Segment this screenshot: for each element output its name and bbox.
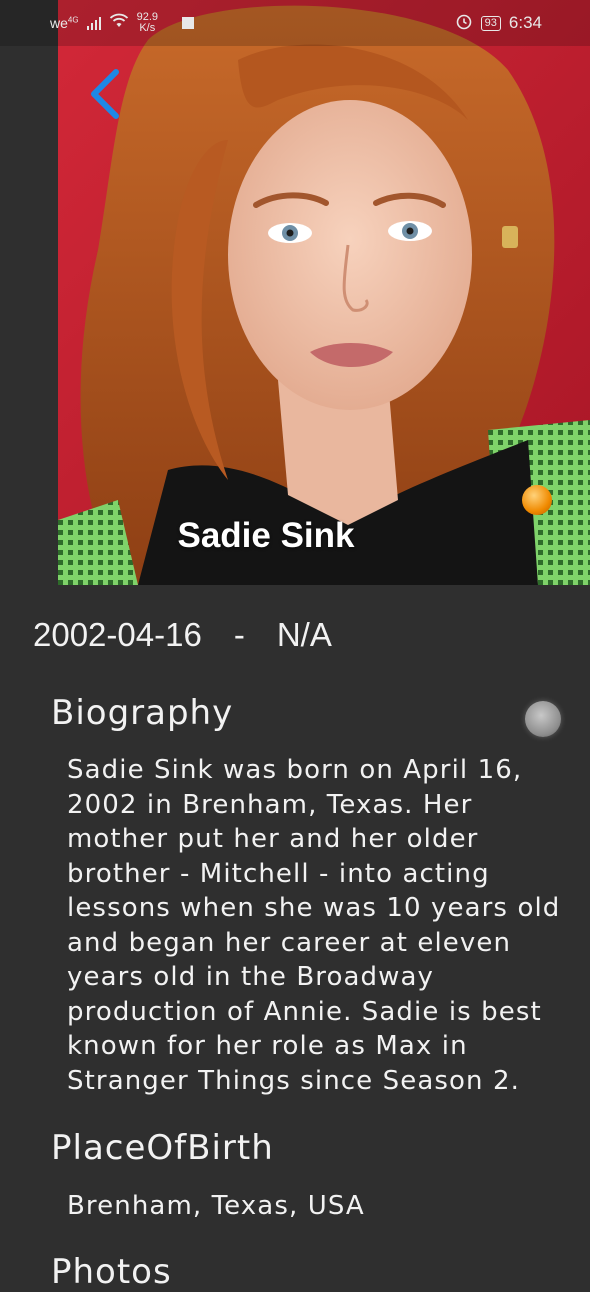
battery-icon: 93 [480,15,501,31]
chevron-left-icon [91,69,119,119]
net-speed-unit: K/s [139,22,156,34]
date-separator: - [233,616,245,653]
death-date: N/A [276,616,332,653]
carrier-label: we4G [50,15,79,31]
recording-icon [182,17,194,29]
birth-date: 2002-04-16 [33,616,202,653]
signal-icon [86,16,101,30]
wifi-icon [109,13,129,34]
orange-dot-icon [522,485,552,515]
place-of-birth-value: Brenham, Texas, USA [67,1191,365,1221]
photos-title: Photos [51,1252,172,1292]
floating-action-button[interactable] [525,701,561,737]
place-of-birth-title: PlaceOfBirth [51,1128,274,1168]
portrait-illustration [58,0,590,585]
life-dates: 2002-04-16 - N/A [33,616,332,654]
profile-photo [58,0,590,585]
alarm-icon [455,12,473,35]
net-speed: 92.9 K/s [137,12,158,34]
biography-text: Sadie Sink was born on April 16, 2002 in… [67,755,561,1096]
back-button[interactable] [86,66,126,122]
network-type: 4G [67,15,79,25]
carrier-name: we [50,15,68,31]
status-left: we4G 92.9 K/s [50,12,194,34]
status-bar: we4G 92.9 K/s 93 6:34 [0,0,590,46]
battery-level: 93 [484,16,497,29]
person-name: Sadie Sink [177,516,355,555]
biography-title: Biography [51,693,234,733]
status-right: 93 6:34 [455,12,542,35]
clock-time: 6:34 [508,13,542,32]
